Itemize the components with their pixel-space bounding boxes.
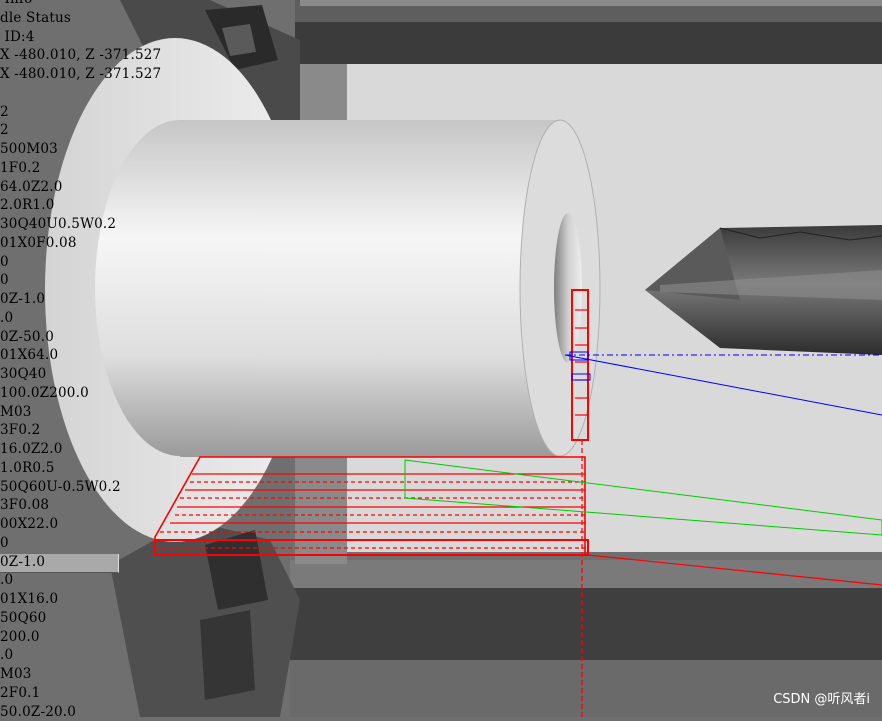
nc-code-line[interactable]: 100.0Z200.0 [0,384,89,402]
nc-code-line[interactable]: 01X16.0 [0,590,58,608]
csdn-watermark: CSDN @听风者i [773,692,870,707]
nc-code-line[interactable]: 0 [0,271,9,289]
status-info-line: X -480.010, Z -371.527 [0,47,162,64]
nc-code-line[interactable]: .0 [0,571,13,589]
nc-code-line[interactable]: 64.0Z2.0 [0,178,63,196]
nc-code-line[interactable]: 200.0 [0,628,40,646]
nc-code-line[interactable]: 0 [0,534,9,552]
nc-code-line[interactable]: .0 [0,646,13,664]
nc-code-line[interactable]: 2 [0,103,9,121]
status-info-line: ID:4 [0,28,35,45]
nc-code-line[interactable]: 500M03 [0,140,58,158]
nc-code-line[interactable]: 50.0Z-20.0 [0,703,76,721]
upper-guide-shadow [295,22,882,64]
nc-code-line[interactable]: .0 [0,309,13,327]
nc-code-line[interactable]: 16.0Z2.0 [0,440,63,458]
nc-code-line[interactable]: 0Z-50.0 [0,328,54,346]
nc-code-line[interactable]: 30Q40U0.5W0.2 [0,215,116,233]
nc-code-line[interactable]: 50Q60 [0,609,46,627]
nc-code-line[interactable]: 3F0.08 [0,496,49,514]
nc-code-line[interactable]: 2F0.1 [0,684,40,702]
nc-code-line[interactable]: M03 [0,403,32,421]
nc-code-line[interactable]: 00X22.0 [0,515,58,533]
nc-code-line[interactable]: 2.0R1.0 [0,196,55,214]
nc-code-line[interactable]: M03 [0,665,32,683]
nc-code-line[interactable]: 0Z-1.0 [0,553,45,571]
nc-code-line[interactable]: 50Q60U-0.5W0.2 [0,478,121,496]
simulation-viewport[interactable] [0,0,882,717]
nc-code-line[interactable]: 0 [0,253,9,271]
nc-code-line[interactable]: 1.0R0.5 [0,459,55,477]
lower-rail [290,560,882,588]
nc-code-line[interactable]: 0Z-1.0 [0,290,45,308]
status-info-line: X -480.010, Z -371.527 [0,66,162,82]
nc-code-line[interactable]: 30Q40 [0,365,46,383]
status-info-line: dle Status [0,9,72,26]
workpiece-bore [554,213,582,363]
nc-code-line[interactable]: 01X0F0.08 [0,234,77,252]
status-info-line: Info [0,0,32,8]
nc-code-line[interactable]: 01X64.0 [0,346,58,364]
nc-code-line[interactable]: 1F0.2 [0,159,40,177]
nc-code-line[interactable]: 2 [0,121,9,139]
nc-code-line[interactable]: 3F0.2 [0,421,40,439]
lower-guide-shadow [290,588,882,660]
machine-3d-scene [45,0,882,717]
